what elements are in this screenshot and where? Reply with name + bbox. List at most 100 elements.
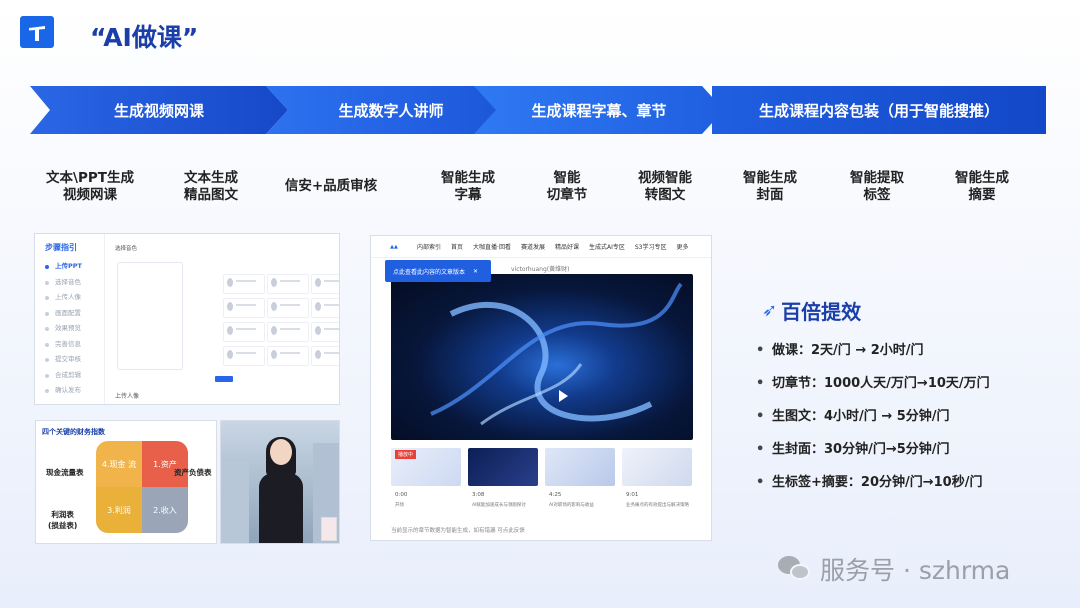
- close-icon[interactable]: ✕: [473, 268, 478, 275]
- step-item[interactable]: 提交审核: [35, 352, 104, 368]
- section-label: 选择音色: [115, 246, 138, 252]
- digital-human-preview: [220, 420, 340, 544]
- chapter-time: 3:08: [472, 492, 485, 498]
- wechat-icon: [778, 556, 810, 582]
- efficiency-item: 切章节：1000人天/万门→10天/万门: [756, 372, 990, 405]
- voice-card[interactable]: [311, 298, 339, 318]
- step-item[interactable]: 上传PPT: [35, 259, 104, 275]
- step-item[interactable]: 上传人像: [35, 290, 104, 306]
- chapter-thumb[interactable]: [468, 448, 538, 486]
- efficiency-item: 做课：2天/门 → 2小时/门: [756, 339, 990, 372]
- chapter-time: 4:25: [549, 492, 562, 498]
- banner-step-digital-human: 生成数字人讲师: [266, 86, 516, 134]
- step-item[interactable]: 效果预览: [35, 321, 104, 337]
- nav-item[interactable]: 生成式AI专区: [589, 242, 625, 251]
- feature-item: 智能生成 封面: [743, 170, 797, 203]
- voice-card[interactable]: [223, 274, 265, 294]
- feedback-note[interactable]: 当前显示的章节数据为智能生成，如有错漏 可点此反馈: [391, 526, 525, 534]
- author-name: victorhuang(黄维财): [511, 266, 570, 273]
- step-item[interactable]: 画面配置: [35, 306, 104, 322]
- nav-item[interactable]: 大咖直播·回看: [473, 242, 511, 251]
- nav-item[interactable]: 更多: [677, 242, 689, 251]
- presenter-thumbnail: [321, 517, 337, 541]
- chapter-time: 9:01: [626, 492, 639, 498]
- nav-item[interactable]: 精品好课: [555, 242, 579, 251]
- feature-item: 视频智能 转图文: [638, 170, 692, 203]
- step-item[interactable]: 合成剪辑: [35, 368, 104, 384]
- voice-card[interactable]: [223, 298, 265, 318]
- steps-screenshot: 步骤指引 上传PPT 选择音色 上传人像 画面配置 效果预览 完善信息 提交审核…: [34, 233, 340, 405]
- finance-label: 现金流量表: [46, 468, 84, 477]
- chapter-label: 业务痛点的有效提出与解决策略: [626, 503, 689, 508]
- efficiency-title: ➶ 百倍提效: [762, 296, 861, 325]
- voice-card[interactable]: [267, 346, 309, 366]
- chapter-list: 播放中 0:00 3:08 4:25 9:01 开场 AI赋能加速成长与领跑探讨…: [391, 448, 693, 508]
- chapter-label: AI赋能加速成长与领跑探讨: [472, 503, 526, 508]
- finance-quadrant-diagram: 4.现金 流 1.资产 3.利润 2.收入: [96, 441, 188, 533]
- voice-card[interactable]: [267, 274, 309, 294]
- step-item[interactable]: 确认发布: [35, 383, 104, 399]
- feature-item: 智能 切章节: [546, 170, 588, 203]
- efficiency-item: 生封面：30分钟/门→5分钟/门: [756, 438, 990, 471]
- feature-item: 智能生成 摘要: [955, 170, 1009, 203]
- steps-main: 选择音色: [115, 244, 339, 386]
- article-version-popup[interactable]: 点此查看此内容的文章版本 ✕: [385, 260, 491, 282]
- site-logo-icon: ▲▲: [390, 243, 398, 250]
- page-title: “AI做课”: [90, 23, 199, 52]
- voice-card[interactable]: [311, 322, 339, 342]
- video-course-page: ▲▲ 内部索引 首页 大咖直播·回看 赛道发展 精品好课 生成式AI专区 S3学…: [370, 235, 712, 541]
- feature-item: 文本\PPT生成 视频网课: [46, 170, 134, 203]
- banner-step-packaging: 生成课程内容包装（用于智能搜推）: [712, 86, 1046, 134]
- rocket-icon: ➶: [762, 300, 778, 321]
- nav-item[interactable]: S3学习专区: [635, 242, 667, 251]
- script-textarea[interactable]: [117, 262, 183, 370]
- feature-item: 信安+品质审核: [284, 178, 378, 194]
- feature-item: 文本生成 精品图文: [184, 170, 238, 203]
- quadrant-income: 2.收入: [142, 487, 188, 533]
- voice-card[interactable]: [267, 322, 309, 342]
- watermark: 服务号 · szhrma: [778, 551, 1010, 587]
- quadrant-cashflow: 4.现金 流: [96, 441, 142, 487]
- voice-card[interactable]: [311, 274, 339, 294]
- banner-step-video: 生成视频网课: [30, 86, 288, 134]
- feature-item: 智能提取 标签: [850, 170, 904, 203]
- voice-card[interactable]: [223, 322, 265, 342]
- feature-item: 智能生成 字幕: [441, 170, 495, 203]
- step-item[interactable]: 完善信息: [35, 337, 104, 353]
- popup-text: 点此查看此内容的文章版本: [393, 268, 466, 276]
- quadrant-assets: 1.资产: [142, 441, 188, 487]
- efficiency-list: 做课：2天/门 → 2小时/门 切章节：1000人天/万门→10天/万门 生图文…: [756, 339, 990, 504]
- steps-sidebar: 步骤指引 上传PPT 选择音色 上传人像 画面配置 效果预览 完善信息 提交审核…: [35, 234, 105, 404]
- presenter-figure: [259, 437, 303, 543]
- chapter-thumb[interactable]: 播放中: [391, 448, 461, 486]
- chapter-thumb[interactable]: [622, 448, 692, 486]
- banner-step-subtitles: 生成课程字幕、章节: [474, 86, 724, 134]
- voice-card[interactable]: [223, 346, 265, 366]
- nav-item[interactable]: 首页: [451, 242, 463, 251]
- site-nav: ▲▲ 内部索引 首页 大咖直播·回看 赛道发展 精品好课 生成式AI专区 S3学…: [371, 236, 711, 258]
- chapter-label: AI对职场的影响与收益: [549, 503, 594, 508]
- upload-portrait-label: 上传人像: [115, 393, 140, 400]
- efficiency-item: 生标签+摘要：20分钟/门→10秒/门: [756, 471, 990, 504]
- quadrant-profit: 3.利润: [96, 487, 142, 533]
- finance-title: 四个关键的财务指数: [42, 428, 105, 436]
- nav-item[interactable]: 内部索引: [417, 242, 441, 251]
- playing-badge: 播放中: [395, 450, 417, 459]
- finance-label: 资产负债表: [174, 468, 212, 477]
- chapter-time: 0:00: [395, 492, 408, 498]
- chapter-label: 开场: [395, 503, 404, 508]
- voice-card[interactable]: [311, 346, 339, 366]
- process-banner: 生成视频网课 生成数字人讲师 生成课程字幕、章节 生成课程内容包装（用于智能搜推…: [30, 86, 1046, 134]
- confirm-button[interactable]: [215, 376, 233, 382]
- nav-item[interactable]: 赛道发展: [521, 242, 545, 251]
- chapter-thumb[interactable]: [545, 448, 615, 486]
- efficiency-item: 生图文：4小时/门 → 5分钟/门: [756, 405, 990, 438]
- voice-card[interactable]: [267, 298, 309, 318]
- efficiency-title-text: 百倍提效: [781, 300, 862, 324]
- play-icon[interactable]: [559, 390, 568, 402]
- finance-label: 利润表 (损益表): [48, 510, 78, 530]
- steps-title: 步骤指引: [45, 243, 77, 252]
- step-item[interactable]: 选择音色: [35, 275, 104, 291]
- finance-slide: 四个关键的财务指数 4.现金 流 1.资产 3.利润 2.收入 现金流量表 资产…: [35, 420, 217, 544]
- video-player[interactable]: [391, 274, 693, 440]
